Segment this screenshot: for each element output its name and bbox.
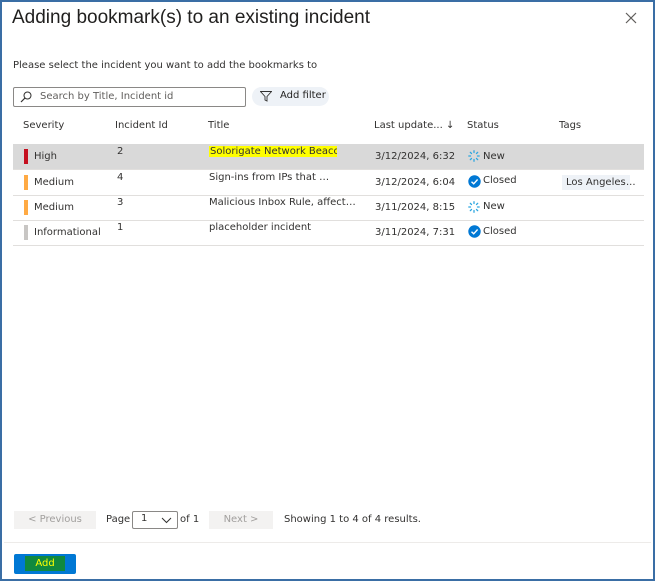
tag-chip: Los Angeles <box>562 175 630 190</box>
last-update-cell: 3/11/2024, 8:15 PM <box>375 202 458 213</box>
chevron-down-icon <box>161 517 172 524</box>
column-header-status[interactable]: Status <box>467 120 499 131</box>
closed-status-icon <box>468 225 481 238</box>
page-label: Page <box>106 514 131 525</box>
severity-cell: Medium <box>34 202 74 213</box>
severity-indicator <box>24 149 28 164</box>
title-cell: Solorigate Network Beacon <box>209 146 337 157</box>
search-input[interactable] <box>40 89 240 104</box>
table-row[interactable]: High 2 Solorigate Network Beacon 3/12/20… <box>13 144 644 170</box>
last-update-cell: 3/11/2024, 7:31 PM <box>375 227 458 238</box>
add-filter-label: Add filter <box>280 90 326 101</box>
column-header-title[interactable]: Title <box>208 120 229 131</box>
search-box[interactable] <box>13 87 246 107</box>
title-cell: Sign-ins from IPs that attempt sign-ins … <box>209 172 333 183</box>
instruction-text: Please select the incident you want to a… <box>13 60 318 71</box>
search-icon <box>20 91 32 103</box>
results-summary: Showing 1 to 4 of 4 results. <box>284 514 421 525</box>
dialog-title: Adding bookmark(s) to an existing incide… <box>12 7 371 28</box>
new-status-icon <box>468 150 480 162</box>
column-header-incident-id[interactable]: Incident Id <box>115 120 168 131</box>
last-update-cell: 3/12/2024, 6:32 PM <box>375 151 458 162</box>
incident-id-cell: 4 <box>117 172 124 183</box>
severity-cell: Medium <box>34 177 74 188</box>
title-cell-wrap: Solorigate Network Beacon <box>209 146 337 157</box>
column-header-tags[interactable]: Tags <box>559 120 581 131</box>
status-cell: Closed <box>483 226 517 237</box>
severity-cell: Informational <box>34 227 101 238</box>
status-cell: New <box>483 151 505 162</box>
dialog: Adding bookmark(s) to an existing incide… <box>0 0 655 581</box>
close-icon[interactable] <box>624 11 638 25</box>
previous-page-button[interactable]: < Previous <box>14 511 96 529</box>
last-update-cell: 3/12/2024, 6:04 PM <box>375 177 458 188</box>
footer-divider <box>4 542 651 543</box>
table-row[interactable]: Informational 1 placeholder incident 3/1… <box>13 220 644 246</box>
incident-id-cell: 3 <box>117 197 124 208</box>
status-cell: Closed <box>483 175 517 186</box>
severity-indicator <box>24 200 28 215</box>
status-cell: New <box>483 201 505 212</box>
more-tags[interactable]: ... <box>626 177 636 188</box>
title-cell: Malicious Inbox Rule, affected user <box>209 197 359 208</box>
incident-id-cell: 2 <box>117 146 124 157</box>
closed-status-icon <box>468 175 481 188</box>
page-select-value: 1 <box>141 513 148 524</box>
severity-cell: High <box>34 151 57 162</box>
add-button[interactable]: Add <box>14 554 76 574</box>
column-header-severity[interactable]: Severity <box>23 120 64 131</box>
severity-indicator <box>24 225 28 240</box>
page-count: of 1 <box>180 514 200 525</box>
table-row[interactable]: Medium 3 Malicious Inbox Rule, affected … <box>13 195 644 221</box>
new-status-icon <box>468 201 480 213</box>
table-row[interactable]: Medium 4 Sign-ins from IPs that attempt … <box>13 170 644 196</box>
add-button-label: Add <box>25 556 65 571</box>
filter-icon <box>260 91 272 102</box>
column-header-last-update[interactable]: Last update... ↓ <box>374 120 454 131</box>
incident-id-cell: 1 <box>117 222 124 233</box>
page-select[interactable]: 1 <box>132 511 178 529</box>
add-filter-button[interactable]: Add filter <box>252 87 329 106</box>
title-cell: placeholder incident <box>209 222 312 233</box>
next-page-button[interactable]: Next > <box>209 511 273 529</box>
severity-indicator <box>24 175 28 190</box>
